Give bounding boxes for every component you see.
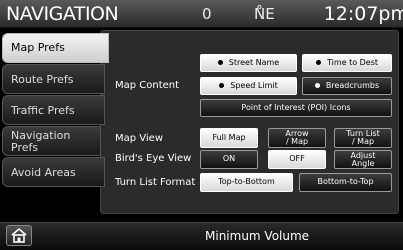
toggle-dot-icon <box>314 83 320 88</box>
adjust-angle-button[interactable]: Adjust Angle <box>334 150 392 169</box>
status-message: Minimum Volume <box>205 229 310 243</box>
tab-label: Map Prefs <box>11 41 65 54</box>
top-to-bottom-button[interactable]: Top-to-Bottom <box>200 173 293 192</box>
toggle-dot-icon <box>219 83 225 88</box>
birds-eye-view-label: Bird's Eye View <box>115 153 192 164</box>
button-label: Speed Limit <box>230 81 278 90</box>
birds-eye-off-button[interactable]: OFF <box>268 150 326 169</box>
speed-limit-button[interactable]: Speed Limit <box>200 77 297 95</box>
tab-traffic-prefs[interactable]: Traffic Prefs <box>2 95 105 125</box>
button-label: / Map <box>285 137 309 146</box>
poi-icons-button[interactable]: Point of Interest (POI) Icons <box>200 99 392 117</box>
clock: 12:07pm <box>323 3 403 25</box>
street-name-button[interactable]: Street Name <box>200 54 297 72</box>
tab-avoid-areas[interactable]: Avoid Areas <box>2 157 105 187</box>
button-label: Full Map <box>212 133 246 142</box>
bottom-bar <box>0 222 403 250</box>
bottom-to-top-button[interactable]: Bottom-to-Top <box>299 173 392 192</box>
tab-label: Traffic Prefs <box>11 104 75 117</box>
turn-list-format-label: Turn List Format <box>115 177 196 188</box>
button-label: Time to Dest <box>326 58 379 67</box>
full-map-button[interactable]: Full Map <box>200 128 258 148</box>
compass-heading: N̊E <box>254 5 275 23</box>
button-label: Top-to-Bottom <box>218 177 275 186</box>
button-label: Angle <box>351 159 375 168</box>
toggle-dot-icon <box>315 60 321 65</box>
birds-eye-on-button[interactable]: ON <box>200 150 258 169</box>
button-label: ON <box>222 154 236 163</box>
home-button[interactable] <box>6 225 32 246</box>
button-label: / Map <box>351 137 375 146</box>
map-content-label: Map Content <box>115 80 180 91</box>
arrow-map-button[interactable]: Arrow / Map <box>268 128 326 148</box>
tab-route-prefs[interactable]: Route Prefs <box>2 64 105 94</box>
toggle-dot-icon <box>217 60 223 65</box>
button-label: Street Name <box>228 58 280 67</box>
button-label: Bottom-to-Top <box>317 177 374 186</box>
tab-label: Avoid Areas <box>11 166 76 179</box>
tab-label: Navigation Prefs <box>11 129 71 154</box>
tab-label: Route Prefs <box>11 73 74 86</box>
button-label: OFF <box>289 154 305 163</box>
breadcrumbs-button[interactable]: Breadcrumbs <box>302 77 392 95</box>
turn-list-map-button[interactable]: Turn List / Map <box>334 128 392 148</box>
screen-title: NAVIGATION <box>6 3 119 25</box>
tab-navigation-prefs[interactable]: Navigation Prefs <box>2 126 101 156</box>
time-to-dest-button[interactable]: Time to Dest <box>302 54 392 72</box>
button-label: Point of Interest (POI) Icons <box>241 103 351 112</box>
map-view-label: Map View <box>115 133 164 144</box>
button-label: Breadcrumbs <box>325 81 380 90</box>
status-indicator: 0 <box>202 5 212 23</box>
tab-map-prefs[interactable]: Map Prefs <box>2 33 109 63</box>
home-icon <box>11 227 27 243</box>
